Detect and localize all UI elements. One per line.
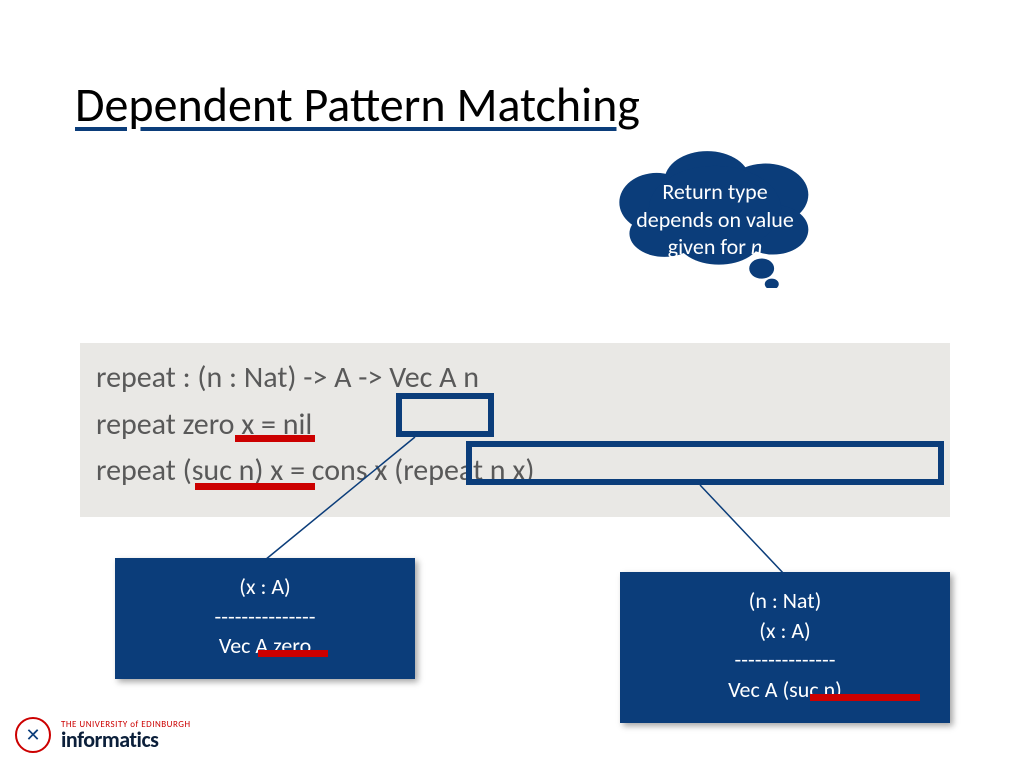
connector-lines [0,0,1024,768]
cloud-annotation: Return type depends on value given for n [610,178,820,261]
cloud-line3-prefix: given for [668,233,751,260]
blue-rect-nil [396,393,494,437]
cloud-line1: Return type [662,178,767,205]
cloud-var-n: n [751,233,762,260]
blue-rect-cons [466,441,944,485]
cloud-line2: depends on value [636,206,794,233]
